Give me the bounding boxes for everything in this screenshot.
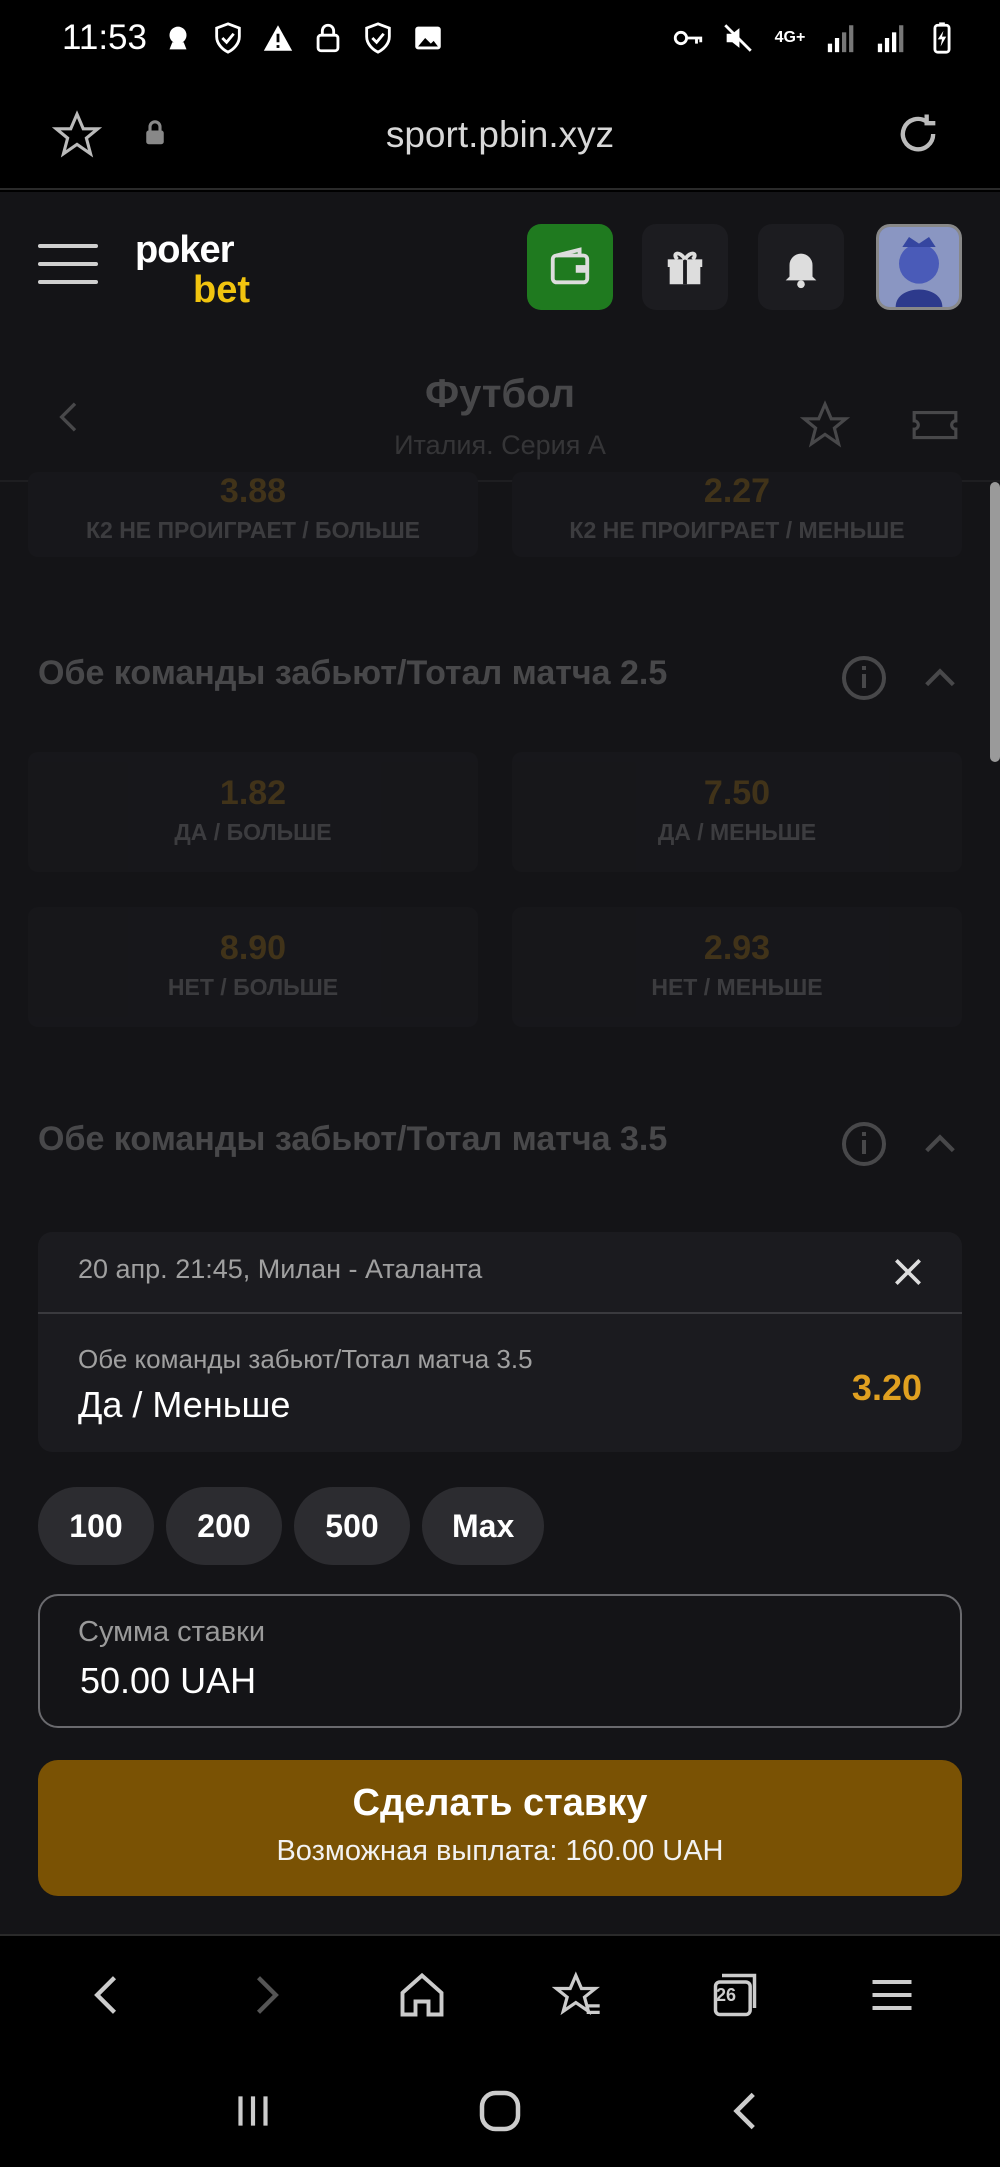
signal-icon (824, 20, 860, 56)
gift-icon (667, 251, 703, 285)
quick-amount-button[interactable]: 100 (38, 1487, 154, 1565)
market-title: Обе команды забьют/Тотал матча 3.5 (38, 1120, 668, 1158)
system-nav-bar (0, 2054, 1000, 2167)
recent-apps-icon[interactable] (213, 2071, 293, 2151)
odds-label: НЕТ / БОЛЬШЕ (167, 974, 339, 1000)
warning-icon (260, 20, 296, 56)
url-address[interactable]: sport.pbin.xyz (0, 114, 1000, 156)
odds-button[interactable]: 2.93 НЕТ / МЕНЬШЕ (512, 907, 962, 1027)
info-icon[interactable] (840, 1120, 888, 1173)
battery-icon (924, 20, 960, 56)
bet-slip-card: 20 апр. 21:45, Милан - Аталанта Обе кома… (38, 1232, 962, 1452)
odds-label: НЕТ / МЕНЬШЕ (651, 974, 823, 1000)
site-logo[interactable]: poker bet (135, 231, 250, 311)
logo-text-bottom: bet (193, 269, 250, 311)
network-type: 4G+ (774, 29, 806, 46)
quick-amount-button[interactable]: 500 (294, 1487, 410, 1565)
shield-check-icon (210, 20, 246, 56)
status-bar: 11:53 4G+ (0, 0, 1000, 78)
page-content: poker bet Футбол Италия. Серия А 3.88 К2… (0, 192, 1000, 1934)
tabs-count: 26 (715, 1985, 736, 2005)
tabs-icon[interactable]: 26 (700, 1960, 770, 2030)
sport-subheader: Футбол Италия. Серия А (0, 342, 1000, 482)
place-bet-button[interactable]: Сделать ставку Возможная выплата: 160.00… (38, 1760, 962, 1896)
shield-icon (360, 20, 396, 56)
sport-subtitle: Италия. Серия А (394, 430, 606, 460)
key-icon (670, 20, 706, 56)
market-title: Обе команды забьют/Тотал матча 2.5 (38, 654, 668, 692)
hamburger-menu-icon[interactable] (38, 244, 98, 288)
browser-menu-icon[interactable] (857, 1960, 927, 2030)
odds-value: 8.90 (219, 929, 287, 967)
divider (38, 1312, 962, 1314)
odds-button[interactable]: 1.82 ДА / БОЛЬШЕ (28, 752, 478, 872)
bet-market: Обе команды забьют/Тотал матча 3.5 (78, 1344, 533, 1374)
site-header: poker bet (0, 192, 1000, 342)
coupon-icon[interactable] (910, 400, 960, 455)
odds-label: ДА / МЕНЬШЕ (657, 819, 817, 845)
odds-button[interactable]: 8.90 НЕТ / БОЛЬШЕ (28, 907, 478, 1027)
chevron-up-icon[interactable] (920, 658, 960, 703)
reload-icon[interactable] (892, 108, 944, 165)
stake-input[interactable]: Сумма ставки 50.00 UAH (38, 1594, 962, 1728)
home-nav-icon[interactable] (460, 2071, 540, 2151)
odds-value: 3.88 (219, 472, 287, 510)
possible-payout: Возможная выплата: 160.00 UAH (276, 1835, 724, 1867)
status-time: 11:53 (62, 18, 147, 57)
stake-label: Сумма ставки (78, 1616, 266, 1648)
image-icon (410, 20, 446, 56)
browser-forward-icon[interactable] (230, 1960, 300, 2030)
mute-icon (720, 20, 756, 56)
chevron-up-icon[interactable] (920, 1124, 960, 1169)
wallet-button[interactable] (527, 224, 613, 310)
odds-button[interactable]: 2.27 К2 НЕ ПРОИГРАЕТ / МЕНЬШЕ (512, 472, 962, 557)
close-icon[interactable] (888, 1252, 928, 1297)
odds-label: К2 НЕ ПРОИГРАЕТ / МЕНЬШЕ (569, 517, 905, 543)
stake-value[interactable]: 50.00 UAH (80, 1660, 256, 1702)
odds-button[interactable]: 3.88 К2 НЕ ПРОИГРАЕТ / БОЛЬШЕ (28, 472, 478, 557)
bookmarks-icon[interactable] (543, 1960, 613, 2030)
bet-pick: Да / Меньше (78, 1384, 291, 1425)
browser-url-bar: sport.pbin.xyz (0, 78, 1000, 190)
bet-odds: 3.20 (851, 1367, 922, 1408)
odds-value: 2.27 (703, 472, 771, 510)
odds-label: К2 НЕ ПРОИГРАЕТ / БОЛЬШЕ (85, 517, 421, 543)
status-system-icons: 4G+ (670, 20, 960, 56)
sport-title: Футбол (424, 372, 576, 416)
bet-match-info: 20 апр. 21:45, Милан - Аталанта (78, 1254, 483, 1284)
wallet-icon (550, 247, 590, 285)
gift-button[interactable] (642, 224, 728, 310)
status-notification-icons (160, 20, 446, 56)
odds-button[interactable]: 7.50 ДА / МЕНЬШЕ (512, 752, 962, 872)
back-nav-icon[interactable] (707, 2071, 787, 2151)
browser-back-icon[interactable] (73, 1960, 143, 2030)
lock-status-icon (310, 20, 346, 56)
home-icon[interactable] (387, 1960, 457, 2030)
odds-value: 7.50 (703, 774, 771, 812)
scrollbar[interactable] (990, 482, 1000, 762)
background-markets: Футбол Италия. Серия А 3.88 К2 НЕ ПРОИГР… (0, 342, 1000, 1367)
notification-app-icon (160, 20, 196, 56)
bell-icon (785, 253, 817, 289)
avatar[interactable] (876, 224, 962, 310)
quick-amount-button[interactable]: 200 (166, 1487, 282, 1565)
max-amount-button[interactable]: Max (422, 1487, 545, 1565)
notifications-button[interactable] (758, 224, 844, 310)
odds-value: 1.82 (219, 774, 287, 812)
odds-value: 2.93 (703, 929, 771, 967)
place-bet-label: Сделать ставку (352, 1782, 648, 1824)
odds-label: ДА / БОЛЬШЕ (174, 819, 332, 845)
avatar-icon (879, 227, 959, 307)
info-icon[interactable] (840, 654, 888, 707)
quick-amounts: 100 200 500 Max (38, 1487, 545, 1565)
logo-text-top: poker (135, 229, 234, 271)
favorite-star-icon[interactable] (799, 400, 851, 455)
browser-toolbar: 26 (0, 1934, 1000, 2054)
signal-icon-2 (874, 20, 910, 56)
